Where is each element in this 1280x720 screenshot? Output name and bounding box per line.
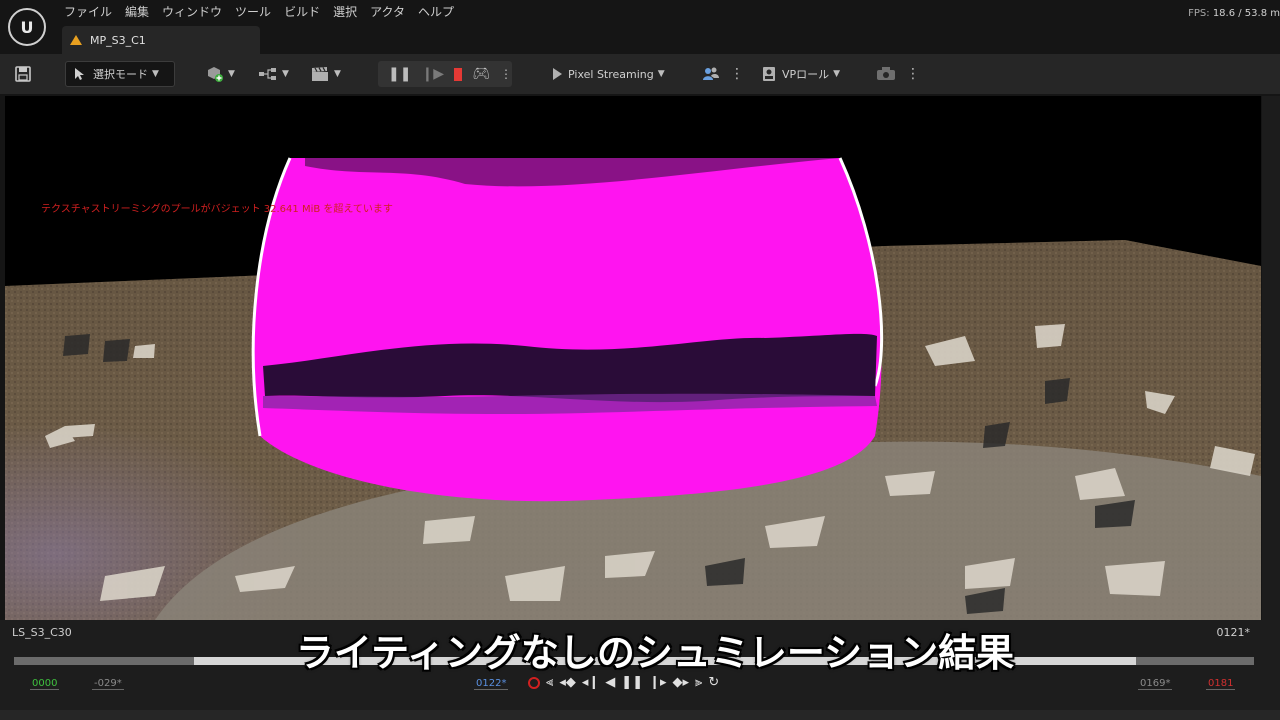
viewport-scene	[5, 157, 1261, 620]
chevron-down-icon: ▼	[657, 69, 665, 79]
pause-button[interactable]: ❚❚	[388, 67, 411, 81]
end-frame-field[interactable]: 0181	[1206, 678, 1236, 690]
step-frame-button[interactable]: ❙▶	[421, 67, 444, 81]
save-button[interactable]	[14, 61, 32, 87]
pixel-streaming-dropdown[interactable]: Pixel Streaming ▼	[550, 61, 665, 87]
vp-role-dropdown[interactable]: VPロール ▼	[762, 61, 840, 87]
select-mode-label: 選択モード	[93, 68, 148, 81]
texture-streaming-warning: テクスチャストリーミングのプールがバジェット 32.641 MiB を超えていま…	[41, 204, 393, 215]
menu-item-tools[interactable]: ツール	[233, 3, 282, 20]
clapperboard-icon	[312, 67, 328, 81]
out-frame-field[interactable]: 0169*	[1138, 678, 1173, 690]
cursor-icon	[75, 68, 84, 80]
transport-controls: ⫷ ◂◆ ◂❙ ◀ ❚❚ ❙▸ ◆▸ ⫸ ↻	[528, 675, 719, 690]
chevron-down-icon: ▼	[334, 69, 341, 79]
previous-key-button[interactable]: ◂◆	[559, 675, 576, 690]
cinematics-button[interactable]: ▼	[310, 61, 341, 87]
warning-icon	[70, 35, 82, 45]
device-button[interactable]: ⋮	[876, 61, 920, 87]
menu-item-file[interactable]: ファイル	[62, 3, 123, 20]
menu-item-window[interactable]: ウィンドウ	[160, 3, 233, 20]
menu-item-select[interactable]: 選択	[331, 3, 368, 20]
next-key-button[interactable]: ◆▸	[673, 675, 690, 690]
fps-label: FPS:	[1188, 8, 1210, 19]
chevron-down-icon: ▼	[282, 69, 289, 79]
pixel-streaming-label: Pixel Streaming	[568, 67, 654, 81]
menu-item-actor[interactable]: アクタ	[368, 3, 416, 20]
fps-value: 18.6 / 53.8 m	[1212, 8, 1280, 19]
bottom-tab-strip	[0, 710, 1280, 720]
menu-item-help[interactable]: ヘルプ	[416, 3, 465, 20]
blueprint-icon	[259, 68, 276, 80]
vp-role-label: VPロール	[782, 68, 830, 81]
users-icon	[703, 67, 719, 80]
video-subtitle: ライティングなしのシュミレーション結果	[295, 630, 1015, 676]
more-options-icon[interactable]: ⋮	[730, 67, 744, 81]
chevron-down-icon: ▼	[228, 69, 235, 79]
menu-item-edit[interactable]: 編集	[123, 3, 160, 20]
step-back-button[interactable]: ◂❙	[582, 675, 599, 690]
select-mode-dropdown[interactable]: 選択モード ▼	[65, 61, 175, 87]
unreal-logo-icon[interactable]: U	[8, 8, 46, 46]
main-menu: ファイル 編集 ウィンドウ ツール ビルド 選択 アクタ ヘルプ	[62, 3, 465, 20]
play-reverse-button[interactable]: ◀	[605, 675, 615, 690]
jump-to-start-button[interactable]: ⫷	[546, 675, 553, 690]
level-viewport[interactable]: テクスチャストリーミングのプールがバジェット 32.641 MiB を超えていま…	[5, 96, 1261, 620]
vp-role-icon	[763, 67, 775, 81]
more-options-icon[interactable]: ⋮	[906, 67, 920, 81]
menu-bar: U ファイル 編集 ウィンドウ ツール ビルド 選択 アクタ ヘルプ FPS: …	[0, 0, 1280, 54]
pause-button[interactable]: ❚❚	[621, 675, 643, 690]
device-icon	[877, 67, 895, 80]
start-frame-field[interactable]: 0000	[30, 678, 60, 690]
play-controls: ❚❚ ❙▶ 🎮︎ ⋮	[378, 61, 512, 87]
loop-button[interactable]: ↻	[708, 675, 719, 690]
level-tab-label: MP_S3_C1	[90, 33, 146, 47]
blueprint-button[interactable]: ▼	[258, 61, 289, 87]
menu-item-build[interactable]: ビルド	[282, 3, 331, 20]
users-button[interactable]: ⋮	[702, 61, 744, 87]
step-forward-button[interactable]: ❙▸	[649, 675, 666, 690]
save-icon	[15, 66, 31, 82]
current-frame-field[interactable]: 0122*	[474, 678, 509, 690]
add-actor-button[interactable]: ▼	[206, 61, 235, 87]
in-frame-field[interactable]: -029*	[92, 678, 124, 690]
jump-to-end-button[interactable]: ⫸	[695, 675, 702, 690]
level-tab[interactable]: MP_S3_C1	[62, 26, 260, 54]
more-options-icon[interactable]: ⋮	[500, 68, 512, 80]
chevron-down-icon: ▼	[152, 69, 159, 79]
fps-readout: FPS: 18.6 / 53.8 m	[1188, 8, 1280, 19]
add-cube-icon	[208, 67, 223, 82]
pixel-streaming-icon	[553, 68, 562, 80]
gamepad-icon[interactable]: 🎮︎	[472, 67, 490, 81]
chevron-down-icon: ▼	[833, 69, 841, 79]
main-toolbar: 選択モード ▼ ▼ ▼ ▼ ❚❚ ❙▶ 🎮︎ ⋮ Pixel Streaming…	[0, 54, 1280, 94]
record-button[interactable]	[528, 676, 540, 689]
details-panel-strip	[1262, 96, 1280, 620]
stop-button[interactable]	[453, 67, 463, 81]
